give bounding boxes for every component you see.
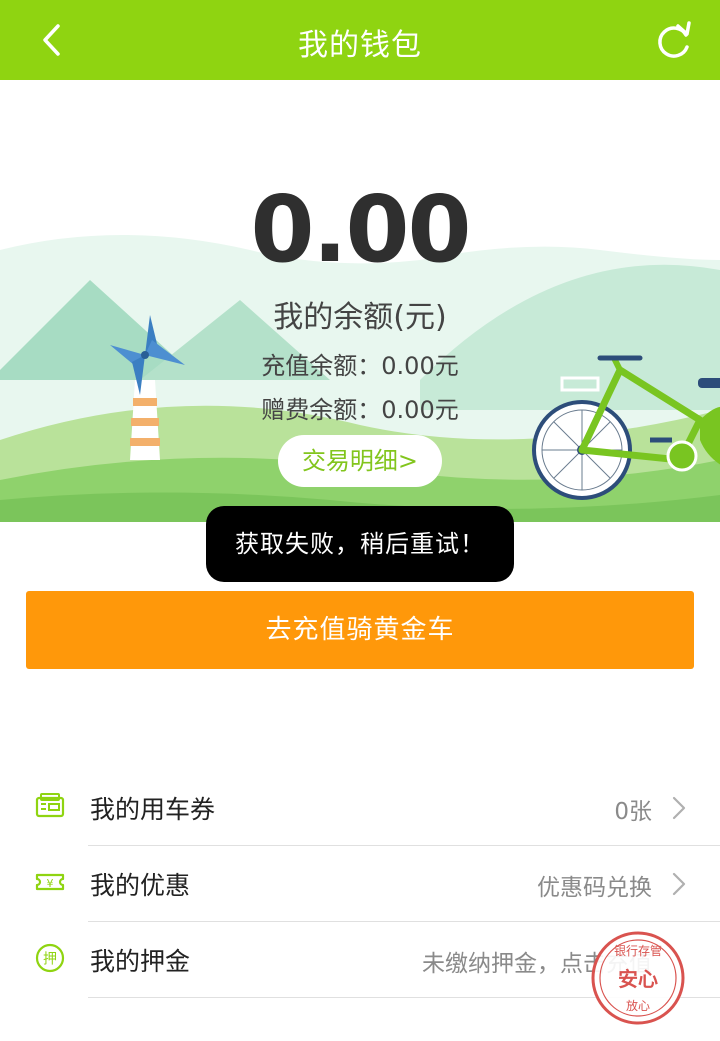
transaction-detail-button[interactable]: 交易明细> — [278, 435, 442, 487]
coupon-icon: ¥ — [35, 873, 65, 891]
svg-text:¥: ¥ — [47, 877, 54, 890]
menu-item-label: 我的用车券 — [90, 795, 216, 824]
bonus-balance: 赠费余额：0.00元 — [261, 396, 459, 424]
chevron-right-icon — [672, 796, 686, 820]
balance-label: 我的余额(元) — [273, 300, 447, 335]
menu-item-value: 0张 — [614, 799, 652, 825]
ticket-icon — [35, 793, 65, 818]
recharge-button[interactable]: 去充值骑黄金车 — [26, 591, 694, 669]
svg-text:银行存管: 银行存管 — [614, 943, 662, 958]
recharge-balance: 充值余额：0.00元 — [261, 352, 459, 380]
balance-card: 0.00 我的余额(元) 充值余额：0.00元 赠费余额：0.00元 交易明细> — [0, 80, 720, 522]
menu-item-value: 优惠码兑换 — [537, 875, 652, 901]
deposit-icon: 押 — [35, 943, 65, 973]
balance-amount: 0.00 — [250, 176, 472, 283]
refresh-button[interactable] — [648, 16, 698, 66]
top-bar: 我的钱包 — [0, 0, 720, 80]
menu-item-ride-vouchers[interactable]: 我的用车券 0张 — [0, 770, 720, 846]
svg-text:押: 押 — [43, 952, 57, 968]
menu-item-discounts[interactable]: ¥ 我的优惠 优惠码兑换 — [0, 846, 720, 922]
svg-text:安心: 安心 — [618, 967, 658, 991]
menu-item-label: 我的优惠 — [90, 871, 191, 900]
error-toast: 获取失败，稍后重试！ — [206, 506, 514, 582]
svg-text:放心: 放心 — [626, 998, 650, 1013]
menu-item-label: 我的押金 — [90, 947, 191, 976]
chevron-right-icon — [672, 872, 686, 896]
bank-custody-seal: 银行存管 安心 放心 — [591, 931, 685, 1025]
page-title: 我的钱包 — [298, 28, 422, 63]
refresh-icon — [658, 21, 691, 58]
